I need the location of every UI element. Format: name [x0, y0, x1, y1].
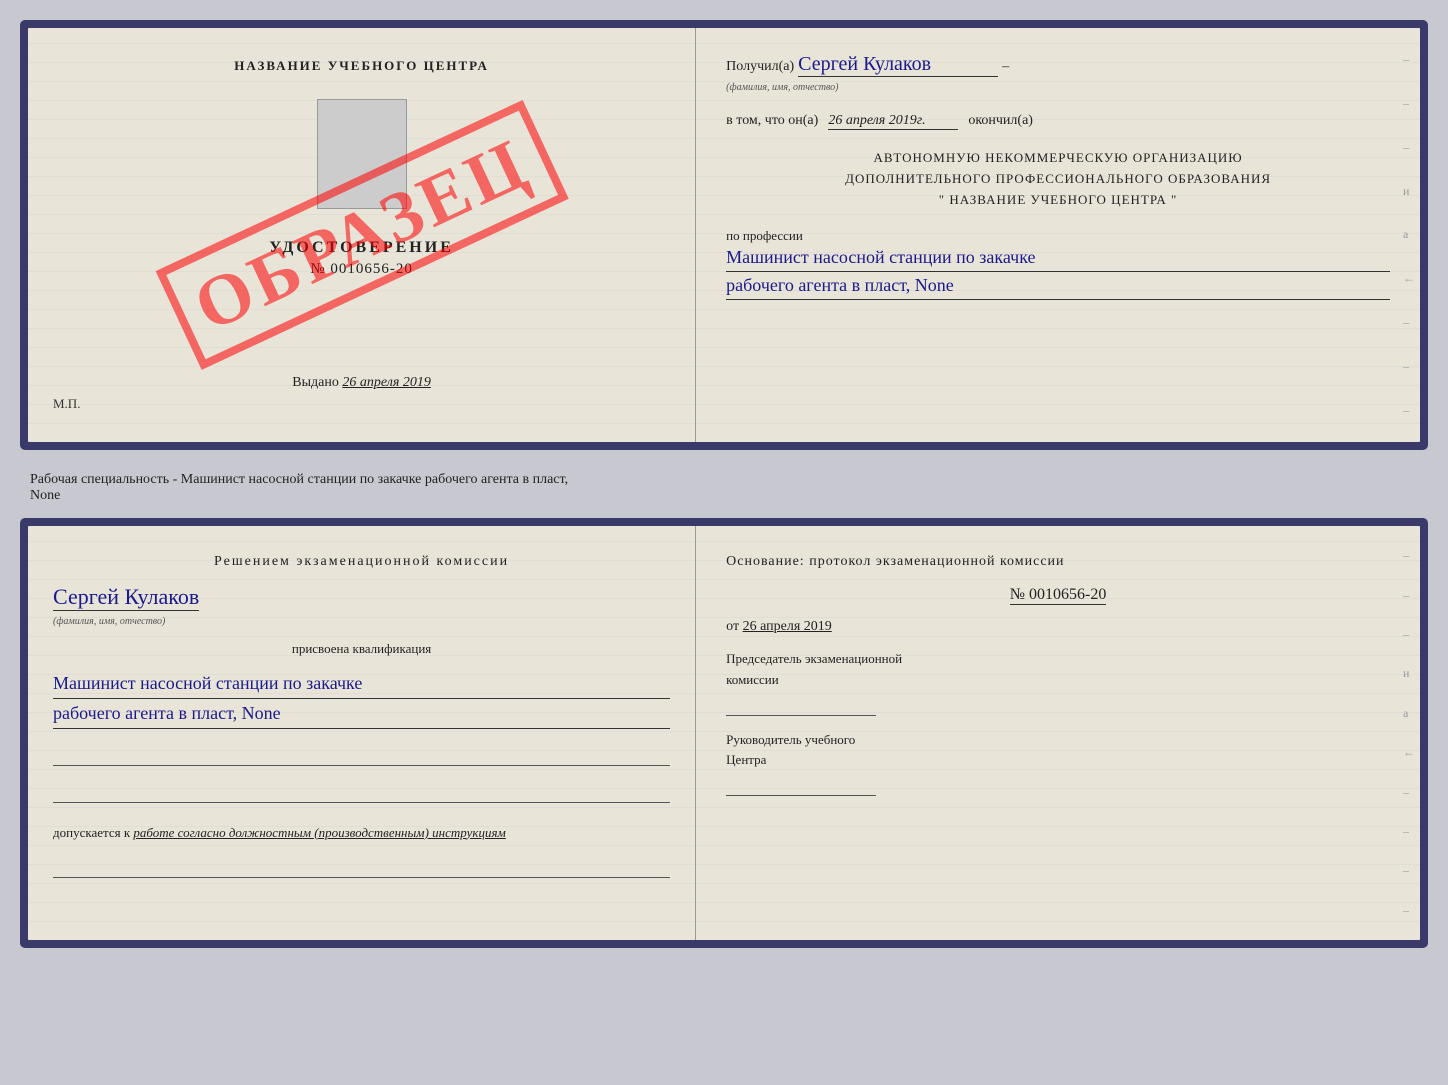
head-label: Руководитель учебного: [726, 730, 1390, 751]
org-block: АВТОНОМНУЮ НЕКОММЕРЧЕСКУЮ ОРГАНИЗАЦИЮ ДО…: [726, 148, 1390, 210]
cert-school-title: НАЗВАНИЕ УЧЕБНОГО ЦЕНТРА: [234, 58, 489, 74]
qual-line2: рабочего агента в пласт, None: [53, 699, 670, 729]
qual-block: Машинист насосной станции по закачке раб…: [53, 669, 670, 729]
top-document: НАЗВАНИЕ УЧЕБНОГО ЦЕНТРА ОБРАЗЕЦ УДОСТОВ…: [25, 25, 1423, 445]
spec-text-block: Рабочая специальность - Машинист насосно…: [20, 468, 1428, 508]
photo-placeholder: [317, 99, 407, 209]
bottom-document: Решением экзаменационной комиссии Сергей…: [25, 523, 1423, 943]
okoncil-label: окончил(а): [968, 113, 1033, 129]
bottom-right-dash-marks: –––иа←––––: [1403, 526, 1415, 940]
fio-hint-top: (фамилия, имя, отчество): [726, 82, 838, 93]
cert-number: № 0010656-20: [269, 261, 454, 278]
bottom-person-block: Сергей Кулаков (фамилия, имя, отчество): [53, 584, 670, 629]
bottom-left-panel: Решением экзаменационной комиссии Сергей…: [28, 526, 696, 940]
cert-number-box: УДОСТОВЕРЕНИЕ № 0010656-20: [269, 239, 454, 278]
bottom-right-panel: Основание: протокол экзаменационной коми…: [696, 526, 1420, 940]
bottom-document-container: Решением экзаменационной комиссии Сергей…: [20, 518, 1428, 948]
head-label2: Центра: [726, 750, 1390, 771]
received-block: Получил(а) Сергей Кулаков – (фамилия, им…: [726, 53, 1390, 95]
udost-label: УДОСТОВЕРЕНИЕ: [269, 239, 454, 257]
protocol-number: № 0010656-20: [1010, 586, 1107, 605]
osnov-title: Основание: протокол экзаменационной коми…: [726, 551, 1390, 572]
profession-line2: рабочего агента в пласт, None: [726, 272, 1390, 300]
profession-block: по профессии Машинист насосной станции п…: [726, 228, 1390, 300]
underline-2: [53, 783, 670, 803]
dopuskaetsya-text: работе согласно должностным (производств…: [133, 825, 505, 840]
ot-prefix: от: [726, 619, 739, 634]
page-wrapper: НАЗВАНИЕ УЧЕБНОГО ЦЕНТРА ОБРАЗЕЦ УДОСТОВ…: [20, 20, 1428, 956]
chairman-block: Председатель экзаменационной комиссии: [726, 649, 1390, 716]
recipient-name: Сергей Кулаков: [798, 53, 998, 77]
spec-text: Рабочая специальность - Машинист насосно…: [30, 472, 1418, 488]
date-value: 26 апреля 2019г.: [828, 113, 958, 130]
cert-left-panel: НАЗВАНИЕ УЧЕБНОГО ЦЕНТРА ОБРАЗЕЦ УДОСТОВ…: [28, 28, 696, 442]
underline-1: [53, 746, 670, 766]
org-line1: АВТОНОМНУЮ НЕКОММЕРЧЕСКУЮ ОРГАНИЗАЦИЮ: [726, 148, 1390, 169]
date-prefix: в том, что он(а): [726, 113, 818, 129]
vydano-date: 26 апреля 2019: [342, 375, 430, 390]
head-block: Руководитель учебного Центра: [726, 730, 1390, 797]
ot-date-block: от 26 апреля 2019: [726, 619, 1390, 635]
commission-title: Решением экзаменационной комиссии: [53, 551, 670, 572]
prisvoena-label: присвоена квалификация: [53, 641, 670, 657]
cert-right-panel: Получил(а) Сергей Кулаков – (фамилия, им…: [696, 28, 1420, 442]
profession-label: по профессии: [726, 228, 1390, 244]
date-block: в том, что он(а) 26 апреля 2019г. окончи…: [726, 113, 1390, 130]
bottom-person-name: Сергей Кулаков: [53, 584, 199, 611]
chairman-label: Председатель экзаменационной: [726, 649, 1390, 670]
protocol-number-block: № 0010656-20: [726, 586, 1390, 605]
spec-text2: None: [30, 488, 1418, 504]
dopuskaetsya-prefix: допускается к: [53, 825, 130, 840]
head-sig-line: [726, 776, 876, 796]
chairman-label2: комиссии: [726, 670, 1390, 691]
vydano-label: Выдано: [292, 375, 339, 390]
dopuskaetsya-block: допускается к работе согласно должностны…: [53, 825, 670, 841]
chairman-sig-line: [726, 696, 876, 716]
top-document-container: НАЗВАНИЕ УЧЕБНОГО ЦЕНТРА ОБРАЗЕЦ УДОСТОВ…: [20, 20, 1428, 450]
bottom-fio-hint: (фамилия, имя, отчество): [53, 616, 165, 627]
profession-line1: Машинист насосной станции по закачке: [726, 244, 1390, 272]
org-line2: ДОПОЛНИТЕЛЬНОГО ПРОФЕССИОНАЛЬНОГО ОБРАЗО…: [726, 169, 1390, 190]
ot-date: 26 апреля 2019: [743, 619, 832, 634]
org-line3: " НАЗВАНИЕ УЧЕБНОГО ЦЕНТРА ": [726, 190, 1390, 211]
received-prefix: Получил(а): [726, 59, 794, 74]
vydano-block: Выдано 26 апреля 2019: [292, 355, 431, 391]
underline-3: [53, 858, 670, 878]
mp-label: М.П.: [53, 396, 80, 412]
qual-line1: Машинист насосной станции по закачке: [53, 669, 670, 699]
right-dash-marks: –––иа←–––: [1403, 28, 1415, 442]
